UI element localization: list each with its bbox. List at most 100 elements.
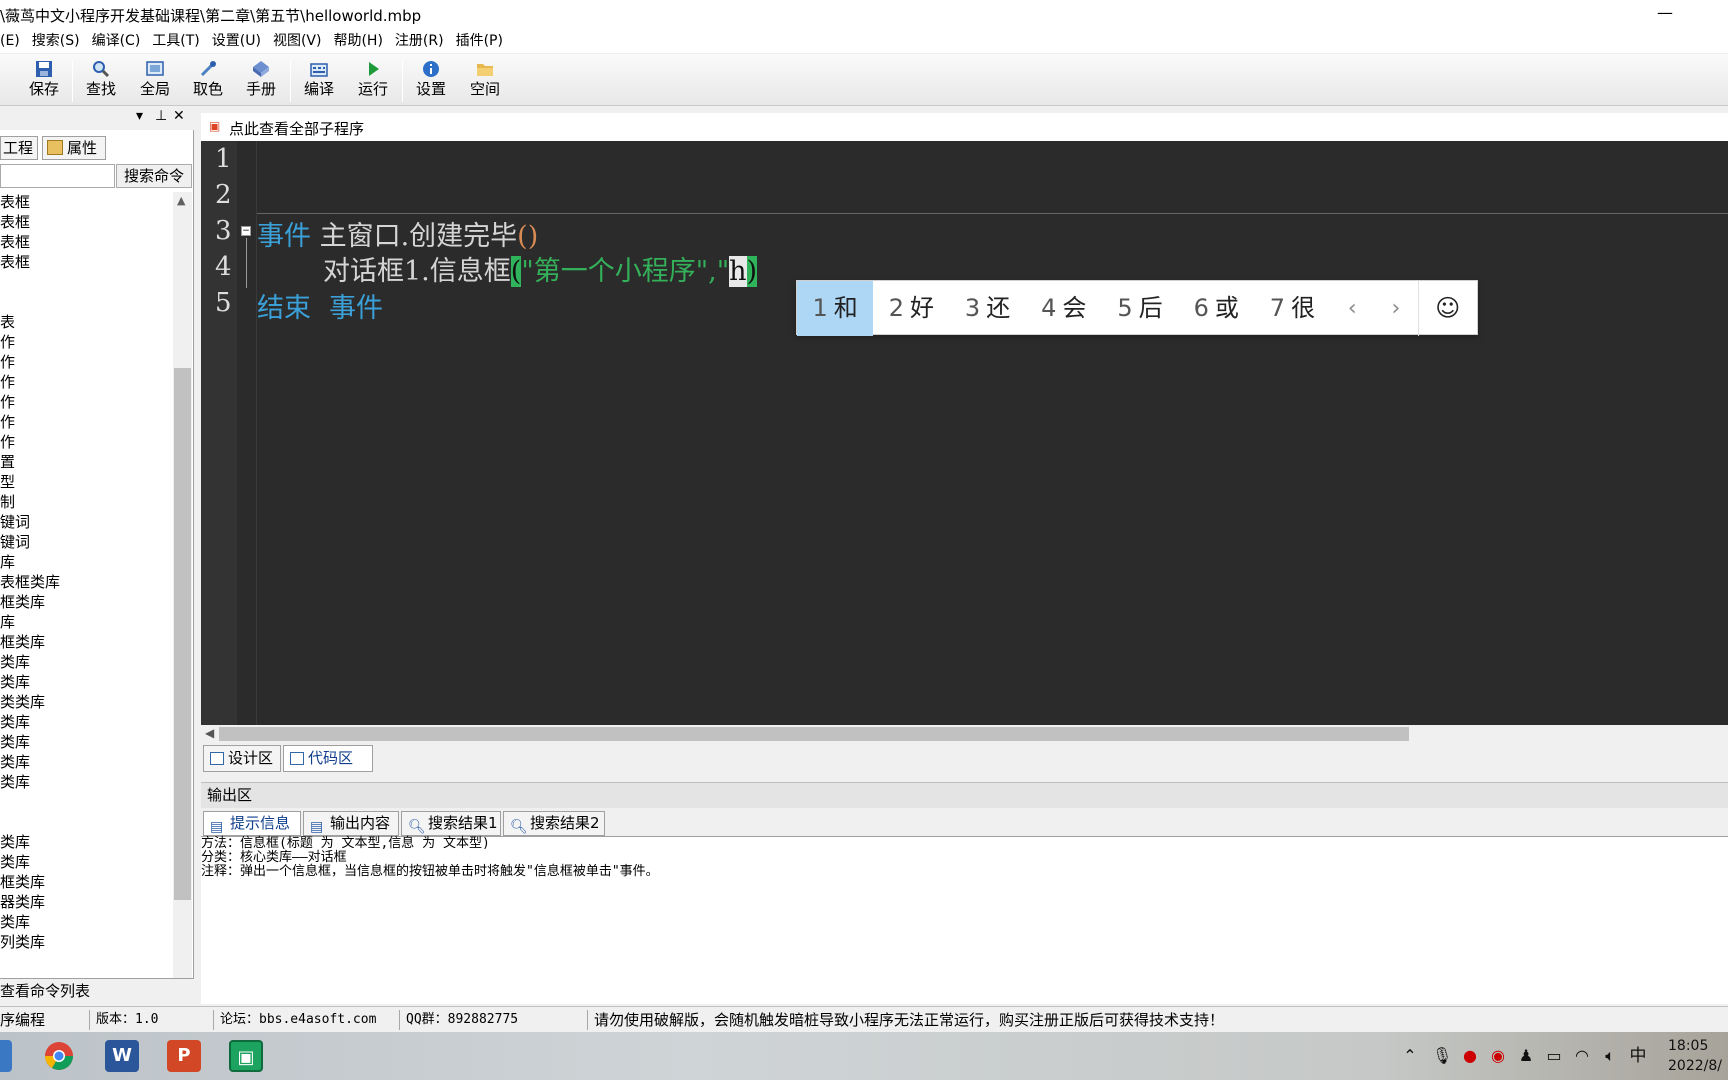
tab-properties[interactable]: 属性 — [42, 136, 106, 160]
tab-output-content[interactable]: ▤ 输出内容 — [303, 811, 399, 836]
command-list-item[interactable]: 列类库 — [0, 932, 172, 952]
global-button[interactable]: 全局 — [133, 58, 177, 104]
command-list-item[interactable]: 作 — [0, 432, 172, 452]
command-list-scrollbar[interactable]: ▲ ▼ — [173, 192, 192, 1080]
command-list-item[interactable]: 类库 — [0, 852, 172, 872]
word-icon[interactable]: W — [105, 1040, 139, 1072]
ide-app-icon[interactable]: ▣ — [229, 1040, 263, 1072]
record-icon[interactable]: ● — [1460, 1046, 1480, 1066]
ime-candidate[interactable]: 6或 — [1178, 281, 1254, 336]
fold-toggle-icon[interactable]: − — [241, 226, 251, 236]
command-list-item[interactable]: 表框 — [0, 192, 172, 212]
ime-next-page-icon[interactable]: › — [1374, 281, 1418, 336]
tab-code-zone[interactable]: 代码区 — [283, 745, 373, 772]
command-list-item[interactable]: 框类库 — [0, 632, 172, 652]
command-list-item[interactable]: 库 — [0, 552, 172, 572]
powerpoint-icon[interactable]: P — [167, 1040, 201, 1072]
command-list-item[interactable]: 类库 — [0, 672, 172, 692]
menu-register[interactable]: 注册(R) — [395, 29, 444, 53]
menu-compile[interactable]: 编译(C) — [92, 29, 141, 53]
tab-design-zone[interactable]: 设计区 — [203, 745, 281, 772]
editor-horizontal-scrollbar[interactable]: ◀ — [201, 725, 1728, 743]
start-partial-icon[interactable] — [0, 1040, 12, 1072]
command-list-item[interactable]: 表框 — [0, 232, 172, 252]
ime-candidate[interactable]: 2好 — [873, 281, 949, 336]
menu-view[interactable]: 视图(V) — [273, 29, 322, 53]
command-list-item[interactable]: 置 — [0, 452, 172, 472]
command-search-input[interactable] — [0, 164, 115, 188]
network-adapter-icon[interactable]: ▭ — [1544, 1046, 1564, 1066]
view-command-list-link[interactable]: 查看命令列表 — [0, 978, 194, 1004]
command-list-item[interactable]: 表 — [0, 312, 172, 332]
settings-button[interactable]: 设置 — [409, 58, 453, 104]
save-button[interactable]: 保存 — [22, 58, 66, 104]
chrome-icon[interactable] — [42, 1040, 76, 1072]
microphone-icon[interactable]: 🎙︎ — [1432, 1046, 1452, 1066]
command-list-item[interactable] — [0, 792, 172, 812]
command-list-item[interactable]: 作 — [0, 372, 172, 392]
tab-hint-info[interactable]: ▤ 提示信息 — [203, 811, 301, 836]
workspace-button[interactable]: 空间 — [463, 58, 507, 104]
tab-search-result-2[interactable]: 🔍︎ 搜索结果2 — [503, 811, 605, 836]
menu-settings[interactable]: 设置(U) — [212, 29, 261, 53]
command-list-item[interactable]: 类库 — [0, 732, 172, 752]
ime-candidate[interactable]: 1和 — [797, 281, 874, 336]
command-list-item[interactable]: 框类库 — [0, 872, 172, 892]
menu-plugins[interactable]: 插件(P) — [456, 29, 503, 53]
command-list-item[interactable] — [0, 812, 172, 832]
ime-indicator[interactable]: 中 — [1628, 1046, 1648, 1066]
command-list-item[interactable] — [0, 272, 172, 292]
command-list-item[interactable]: 框类库 — [0, 592, 172, 612]
subroutine-selector[interactable]: ▣ 点此查看全部子程序 — [201, 113, 1728, 141]
qq-icon[interactable]: ♟ — [1516, 1046, 1536, 1066]
ime-candidate[interactable]: 3还 — [949, 281, 1025, 336]
command-list-item[interactable]: 键词 — [0, 512, 172, 532]
command-list-item[interactable]: 制 — [0, 492, 172, 512]
menu-search[interactable]: 搜索(S) — [32, 29, 80, 53]
pin-icon[interactable]: ⊥ — [155, 108, 167, 124]
scroll-left-icon[interactable]: ◀ — [205, 726, 214, 740]
close-icon[interactable]: ✕ — [173, 108, 185, 124]
command-list-item[interactable]: 类库 — [0, 832, 172, 852]
search-command-button[interactable]: 搜索命令 — [116, 164, 192, 188]
command-list-item[interactable] — [0, 292, 172, 312]
command-list-item[interactable]: 型 — [0, 472, 172, 492]
ime-candidate[interactable]: 4会 — [1026, 281, 1102, 336]
scroll-up-icon[interactable]: ▲ — [177, 194, 185, 207]
command-list-item[interactable]: 类库 — [0, 712, 172, 732]
wifi-icon[interactable]: ◠ — [1572, 1046, 1592, 1066]
ime-emoji-icon[interactable]: ☺ — [1417, 281, 1477, 336]
command-list-item[interactable]: 类库 — [0, 912, 172, 932]
command-list-item[interactable]: 键词 — [0, 532, 172, 552]
volume-icon[interactable]: 🔈︎ — [1600, 1046, 1620, 1066]
pick-color-button[interactable]: 取色 — [186, 58, 230, 104]
scroll-thumb[interactable] — [174, 368, 191, 900]
ime-prev-page-icon[interactable]: ‹ — [1331, 281, 1375, 336]
compile-button[interactable]: 编译 — [297, 58, 341, 104]
ime-candidate[interactable]: 7很 — [1254, 281, 1330, 336]
command-list-item[interactable]: 作 — [0, 392, 172, 412]
command-list-item[interactable]: 类库 — [0, 652, 172, 672]
clock[interactable]: 18:05 2022/8/ — [1668, 1036, 1728, 1076]
manual-button[interactable]: 手册 — [239, 58, 283, 104]
scroll-thumb[interactable] — [219, 727, 1409, 741]
command-list-item[interactable]: 器类库 — [0, 892, 172, 912]
command-list-item[interactable]: 类库 — [0, 772, 172, 792]
code-editor[interactable]: 1 2 3 4 5 − 事件 主窗口.创建完毕() 对话框1.信息框("第一个小… — [201, 141, 1728, 725]
command-list-item[interactable]: 库 — [0, 612, 172, 632]
screen-recorder-icon[interactable]: ◉ — [1488, 1046, 1508, 1066]
tab-project[interactable]: 工程 — [0, 136, 38, 160]
menu-edit[interactable]: (E) — [0, 29, 20, 53]
tab-search-result-1[interactable]: 🔍︎ 搜索结果1 — [401, 811, 501, 836]
show-hidden-icons-icon[interactable]: ⌃ — [1400, 1046, 1420, 1066]
command-list-item[interactable]: 表框类库 — [0, 572, 172, 592]
find-button[interactable]: 查找 — [79, 58, 123, 104]
command-list-item[interactable]: 作 — [0, 332, 172, 352]
command-list-item[interactable]: 作 — [0, 412, 172, 432]
menu-tools[interactable]: 工具(T) — [152, 29, 199, 53]
dropdown-icon[interactable]: ▾ — [136, 108, 143, 124]
ime-candidate[interactable]: 5后 — [1102, 281, 1178, 336]
command-list-item[interactable]: 表框 — [0, 212, 172, 232]
run-button[interactable]: 运行 — [351, 58, 395, 104]
menu-help[interactable]: 帮助(H) — [333, 29, 382, 53]
